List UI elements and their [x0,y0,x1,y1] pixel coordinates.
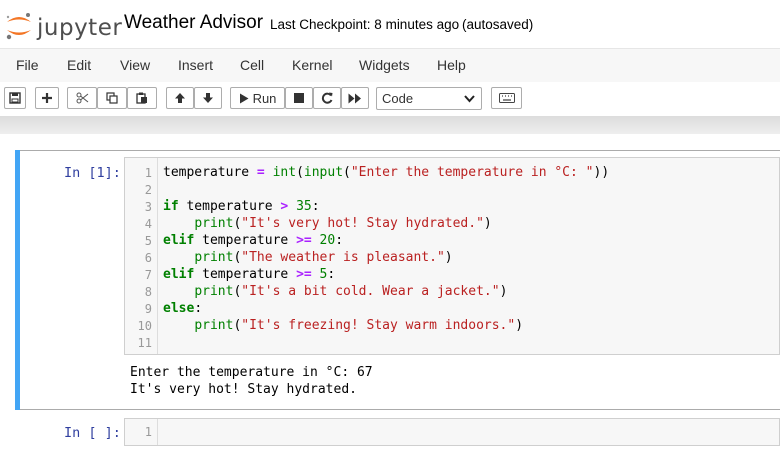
line-number: 8 [144,285,152,299]
cell-output-line: Enter the temperature in °C: 67 [130,365,373,380]
toolbar-shadow [0,116,780,134]
selected-cell-indicator [15,150,20,410]
menu-insert[interactable]: Insert [178,57,213,73]
input-prompt: In [1]: [64,165,121,181]
jupyter-logo-icon [6,13,31,40]
cut-button[interactable] [67,87,97,109]
line-number: 11 [137,336,152,350]
jupyter-logo-text: jupyter [37,15,123,41]
code-line: print("It's very hot! Stay hydrated.") [194,216,492,231]
restart-kernel-button[interactable] [313,87,341,109]
menu-help[interactable]: Help [437,57,466,73]
paste-icon [136,92,147,104]
play-icon [239,93,249,103]
cell-type-value: Code [382,91,414,106]
line-number: 6 [144,251,152,265]
arrow-down-icon [203,93,213,103]
line-number: 1 [144,425,152,439]
menu-kernel[interactable]: Kernel [292,57,332,73]
save-icon [9,92,21,104]
insert-cell-button[interactable] [35,87,59,109]
line-number: 4 [144,217,152,231]
plus-icon [42,93,52,103]
chevron-down-icon [464,95,475,103]
line-number: 9 [144,302,152,316]
menu-widgets[interactable]: Widgets [359,57,410,73]
menu-cell[interactable]: Cell [240,57,264,73]
toolbar: Run Code [0,82,780,116]
copy-icon [106,92,118,104]
run-button[interactable]: Run [230,87,285,109]
interrupt-kernel-button[interactable] [285,87,313,109]
cut-icon [76,92,88,104]
restart-icon [321,92,333,104]
arrow-up-icon [175,93,185,103]
menu-view[interactable]: View [120,57,150,73]
jupyter-logo[interactable]: jupyter [4,8,124,42]
move-cell-up-button[interactable] [166,87,194,109]
code-line: if temperature > 35: [163,199,320,214]
fast-forward-icon [348,93,361,103]
line-number: 1 [144,166,152,180]
keyboard-icon [498,93,515,103]
stop-icon [294,93,304,103]
checkpoint-status: Last Checkpoint: 8 minutes ago [270,17,460,32]
code-editor-empty[interactable]: 1 [124,418,780,446]
notebook-title[interactable]: Weather Advisor [124,12,263,34]
code-line: print("The weather is pleasant.") [194,250,453,265]
autosave-status: (autosaved) [462,17,534,32]
paste-button[interactable] [127,87,157,109]
menu-file[interactable]: File [16,57,39,73]
menu-bar: File Edit View Insert Cell Kernel Widget… [0,48,780,83]
run-button-label: Run [252,90,277,106]
line-number: 5 [144,234,152,248]
notebook-header: jupyter Weather Advisor Last Checkpoint:… [0,0,780,48]
line-number: 3 [144,200,152,214]
menu-edit[interactable]: Edit [67,57,91,73]
save-button[interactable] [4,87,26,109]
code-line: else: [163,301,203,316]
cell-output-line: It's very hot! Stay hydrated. [130,382,357,397]
code-line: temperature = int(input("Enter the tempe… [163,165,610,180]
line-number: 2 [144,183,152,197]
code-line: elif temperature >= 20: [163,233,344,248]
copy-button[interactable] [97,87,127,109]
move-cell-down-button[interactable] [194,87,222,109]
command-palette-button[interactable] [491,87,522,109]
code-line: print("It's a bit cold. Wear a jacket.") [194,284,508,299]
code-editor[interactable]: 1 2 3 4 5 6 7 8 9 10 11 temperature = in… [124,157,780,355]
code-line: print("It's freezing! Stay warm indoors.… [194,318,524,333]
cell-type-select[interactable]: Code [376,87,482,110]
line-number: 7 [144,268,152,282]
input-prompt: In [ ]: [64,425,121,441]
code-line: elif temperature >= 5: [163,267,336,282]
restart-run-all-button[interactable] [341,87,369,109]
line-number: 10 [137,319,152,333]
